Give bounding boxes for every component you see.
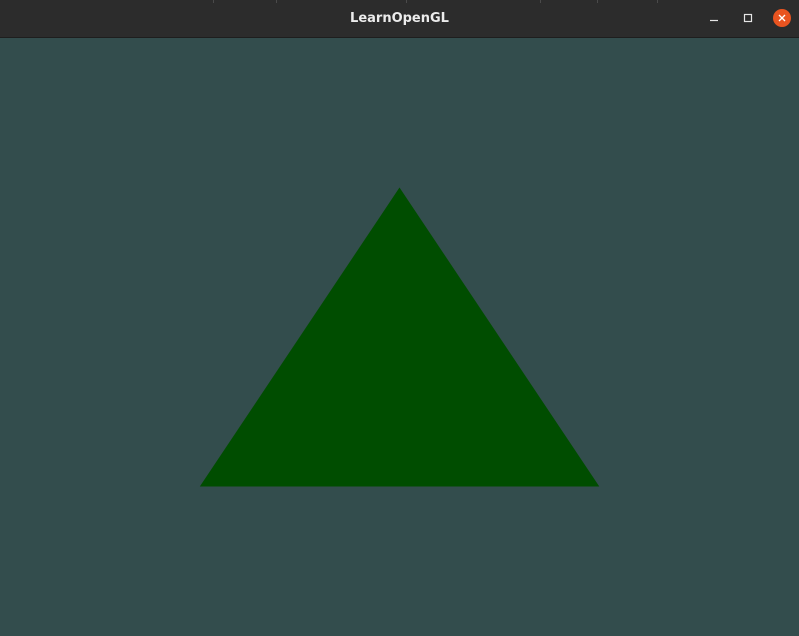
close-circle xyxy=(773,9,791,27)
maximize-icon xyxy=(743,13,753,23)
app-window: LearnOpenGL xyxy=(0,0,799,636)
close-button[interactable] xyxy=(772,8,792,28)
render-canvas xyxy=(0,38,799,636)
window-title: LearnOpenGL xyxy=(350,11,449,26)
minimize-button[interactable] xyxy=(704,8,724,28)
close-icon xyxy=(778,14,786,22)
minimize-icon xyxy=(710,19,718,22)
opengl-viewport xyxy=(0,38,799,636)
title-bar[interactable]: LearnOpenGL xyxy=(0,0,799,38)
maximize-button[interactable] xyxy=(738,8,758,28)
